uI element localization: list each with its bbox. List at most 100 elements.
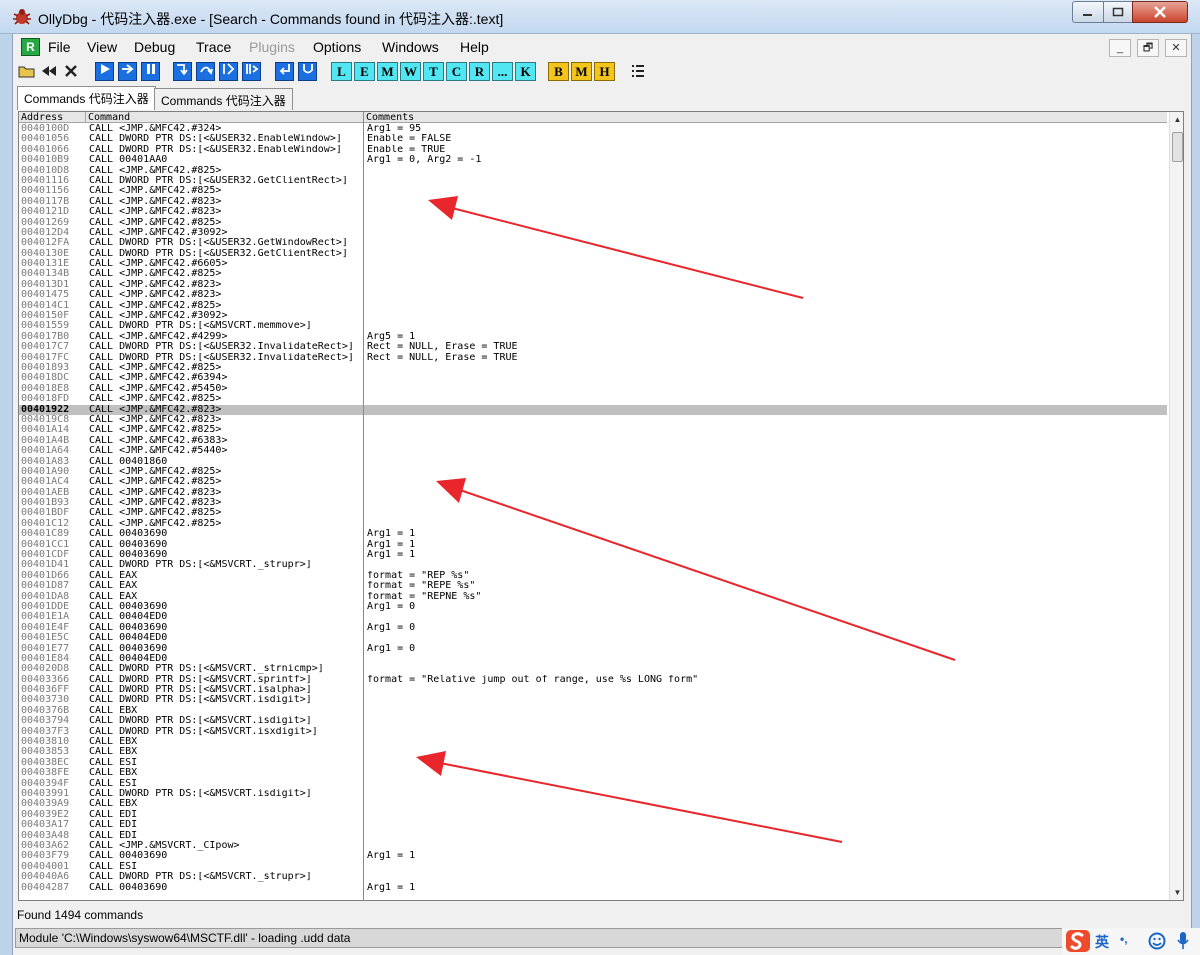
table-row[interactable]: 004038FE CALL EBX bbox=[19, 768, 1167, 778]
table-row[interactable]: 00401D66 CALL EAX format = "REP %s" bbox=[19, 571, 1167, 581]
table-row[interactable]: 00401116 CALL DWORD PTR DS:[<&USER32.GetC… bbox=[19, 176, 1167, 186]
run-button[interactable] bbox=[95, 62, 114, 81]
table-row[interactable]: 004010B9 CALL 00401AA0 Arg1 = 0, Arg2 = -1 bbox=[19, 155, 1167, 165]
table-row[interactable]: 004038EC CALL ESI bbox=[19, 758, 1167, 768]
vertical-scrollbar[interactable]: ▲ ▼ bbox=[1169, 112, 1183, 900]
menu-help[interactable]: Help bbox=[460, 39, 489, 55]
table-row[interactable]: 004014C1 CALL <JMP.&MFC42.#825> bbox=[19, 301, 1167, 311]
table-row[interactable]: 00403810 CALL EBX bbox=[19, 737, 1167, 747]
table-row[interactable]: 00401AEB CALL <JMP.&MFC42.#823> bbox=[19, 488, 1167, 498]
table-row[interactable]: 00401A90 CALL <JMP.&MFC42.#825> bbox=[19, 467, 1167, 477]
table-row[interactable]: 00403A17 CALL EDI bbox=[19, 820, 1167, 830]
table-row[interactable]: 0040121D CALL <JMP.&MFC42.#823> bbox=[19, 207, 1167, 217]
minimize-button[interactable] bbox=[1072, 1, 1104, 23]
menu-view[interactable]: View bbox=[87, 39, 117, 55]
table-row[interactable]: 0040394F CALL ESI bbox=[19, 779, 1167, 789]
table-row[interactable]: 00403A62 CALL <JMP.&MSVCRT._CIpow> bbox=[19, 841, 1167, 851]
table-row[interactable]: 004018FD CALL <JMP.&MFC42.#825> bbox=[19, 394, 1167, 404]
table-row[interactable]: 00403730 CALL DWORD PTR DS:[<&MSVCRT.isdi… bbox=[19, 695, 1167, 705]
table-row[interactable]: 004017C7 CALL DWORD PTR DS:[<&USER32.Inva… bbox=[19, 342, 1167, 352]
log-window-button[interactable]: L bbox=[331, 62, 352, 81]
menu-plugins[interactable]: Plugins bbox=[249, 39, 295, 55]
column-address[interactable]: Address bbox=[19, 112, 86, 123]
table-row[interactable]: 004018E8 CALL <JMP.&MFC42.#5450> bbox=[19, 384, 1167, 394]
scroll-down-arrow[interactable]: ▼ bbox=[1170, 885, 1183, 900]
table-row[interactable]: 00401E4F CALL 00403690 Arg1 = 0 bbox=[19, 623, 1167, 633]
table-row[interactable]: 004017B0 CALL <JMP.&MFC42.#4299> Arg5 = 1 bbox=[19, 332, 1167, 342]
restart-button[interactable] bbox=[39, 62, 59, 81]
menu-file[interactable]: File bbox=[48, 39, 71, 55]
table-row[interactable]: 004013D1 CALL <JMP.&MFC42.#823> bbox=[19, 280, 1167, 290]
step-button[interactable] bbox=[118, 62, 137, 81]
table-row[interactable]: 00401922 CALL <JMP.&MFC42.#823> bbox=[19, 404, 1167, 415]
table-row[interactable]: 00401475 CALL <JMP.&MFC42.#823> bbox=[19, 290, 1167, 300]
table-row[interactable]: 00401A64 CALL <JMP.&MFC42.#5440> bbox=[19, 446, 1167, 456]
table-row[interactable]: 004040A6 CALL DWORD PTR DS:[<&MSVCRT._str… bbox=[19, 872, 1167, 882]
mdi-restore-button[interactable]: 🗗 bbox=[1137, 39, 1159, 57]
table-row[interactable]: 0040150F CALL <JMP.&MFC42.#3092> bbox=[19, 311, 1167, 321]
table-row[interactable]: 00401DDE CALL 00403690 Arg1 = 0 bbox=[19, 602, 1167, 612]
table-row[interactable]: 0040117B CALL <JMP.&MFC42.#823> bbox=[19, 197, 1167, 207]
table-row[interactable]: 004012D4 CALL <JMP.&MFC42.#3092> bbox=[19, 228, 1167, 238]
table-row[interactable]: 004010D8 CALL <JMP.&MFC42.#825> bbox=[19, 166, 1167, 176]
ime-language[interactable]: 英 bbox=[1095, 932, 1109, 952]
memory-breakpoints-button[interactable]: M bbox=[571, 62, 592, 81]
scroll-up-arrow[interactable]: ▲ bbox=[1170, 112, 1183, 127]
table-row[interactable]: 0040130E CALL DWORD PTR DS:[<&USER32.GetC… bbox=[19, 249, 1167, 259]
table-row[interactable]: 00401C12 CALL <JMP.&MFC42.#825> bbox=[19, 519, 1167, 529]
sogou-s-icon[interactable] bbox=[1066, 930, 1090, 952]
threads-button[interactable]: T bbox=[423, 62, 444, 81]
mdi-close-button[interactable]: ✕ bbox=[1165, 39, 1187, 57]
table-row[interactable]: 00401A14 CALL <JMP.&MFC42.#825> bbox=[19, 425, 1167, 435]
scroll-thumb[interactable] bbox=[1172, 132, 1183, 162]
table-row[interactable]: 00401156 CALL <JMP.&MFC42.#825> bbox=[19, 186, 1167, 196]
table-row[interactable]: 00401056 CALL DWORD PTR DS:[<&USER32.Enab… bbox=[19, 134, 1167, 144]
table-row[interactable]: 00401CC1 CALL 00403690 Arg1 = 1 bbox=[19, 540, 1167, 550]
smile-icon[interactable] bbox=[1148, 932, 1166, 950]
table-row[interactable]: 00401066 CALL DWORD PTR DS:[<&USER32.Enab… bbox=[19, 145, 1167, 155]
table-row[interactable]: 00401269 CALL <JMP.&MFC42.#825> bbox=[19, 218, 1167, 228]
mdi-minimize-button[interactable]: _ bbox=[1109, 39, 1131, 57]
cpu-button[interactable]: C bbox=[446, 62, 467, 81]
table-row[interactable]: 00403794 CALL DWORD PTR DS:[<&MSVCRT.isdi… bbox=[19, 716, 1167, 726]
menu-trace[interactable]: Trace bbox=[196, 39, 231, 55]
table-row[interactable]: 00401C89 CALL 00403690 Arg1 = 1 bbox=[19, 529, 1167, 539]
table-row[interactable]: 00403F79 CALL 00403690 Arg1 = 1 bbox=[19, 851, 1167, 861]
trace-into-button[interactable] bbox=[219, 62, 238, 81]
table-row[interactable]: 00401D41 CALL DWORD PTR DS:[<&MSVCRT._str… bbox=[19, 560, 1167, 570]
windows-button[interactable]: W bbox=[400, 62, 421, 81]
table-row[interactable]: 00401E5C CALL 00404ED0 bbox=[19, 633, 1167, 643]
table-row[interactable]: 00403853 CALL EBX bbox=[19, 747, 1167, 757]
memory-map-button[interactable]: M bbox=[377, 62, 398, 81]
table-row[interactable]: 004012FA CALL DWORD PTR DS:[<&USER32.GetW… bbox=[19, 238, 1167, 248]
microphone-icon[interactable] bbox=[1176, 931, 1190, 951]
table-row[interactable]: 00404001 CALL ESI bbox=[19, 862, 1167, 872]
column-command[interactable]: Command bbox=[86, 112, 364, 123]
pause-button[interactable] bbox=[141, 62, 160, 81]
menu-windows[interactable]: Windows bbox=[382, 39, 439, 55]
table-row[interactable]: 00401A83 CALL 00401860 bbox=[19, 457, 1167, 467]
trace-over-button[interactable] bbox=[242, 62, 261, 81]
executable-modules-button[interactable]: E bbox=[354, 62, 375, 81]
execute-till-user-code-button[interactable] bbox=[298, 62, 317, 81]
run-trace-button[interactable]: ... bbox=[492, 62, 513, 81]
breakpoints-button[interactable]: B bbox=[548, 62, 569, 81]
table-row[interactable]: 004036FF CALL DWORD PTR DS:[<&MSVCRT.isal… bbox=[19, 685, 1167, 695]
table-row[interactable]: 00401E1A CALL 00404ED0 bbox=[19, 612, 1167, 622]
table-row[interactable]: 00401CDF CALL 00403690 Arg1 = 1 bbox=[19, 550, 1167, 560]
table-row[interactable]: 00401893 CALL <JMP.&MFC42.#825> bbox=[19, 363, 1167, 373]
table-row[interactable]: 00401AC4 CALL <JMP.&MFC42.#825> bbox=[19, 477, 1167, 487]
step-into-button[interactable] bbox=[173, 62, 192, 81]
table-row[interactable]: 00401559 CALL DWORD PTR DS:[<&MSVCRT.memm… bbox=[19, 321, 1167, 331]
call-stack-button[interactable]: K bbox=[515, 62, 536, 81]
tab-commands-2[interactable]: Commands 代码注入器 bbox=[154, 88, 293, 110]
table-row[interactable]: 00403366 CALL DWORD PTR DS:[<&MSVCRT.spri… bbox=[19, 675, 1167, 685]
table-row[interactable]: 00401BDF CALL <JMP.&MFC42.#825> bbox=[19, 508, 1167, 518]
table-row[interactable]: 00401A4B CALL <JMP.&MFC42.#6383> bbox=[19, 436, 1167, 446]
execute-till-return-button[interactable] bbox=[275, 62, 294, 81]
table-row[interactable]: 0040376B CALL EBX bbox=[19, 706, 1167, 716]
step-over-button[interactable] bbox=[196, 62, 215, 81]
table-row[interactable]: 00401B93 CALL <JMP.&MFC42.#823> bbox=[19, 498, 1167, 508]
column-comments[interactable]: Comments bbox=[364, 112, 1167, 123]
maximize-button[interactable] bbox=[1103, 1, 1133, 23]
